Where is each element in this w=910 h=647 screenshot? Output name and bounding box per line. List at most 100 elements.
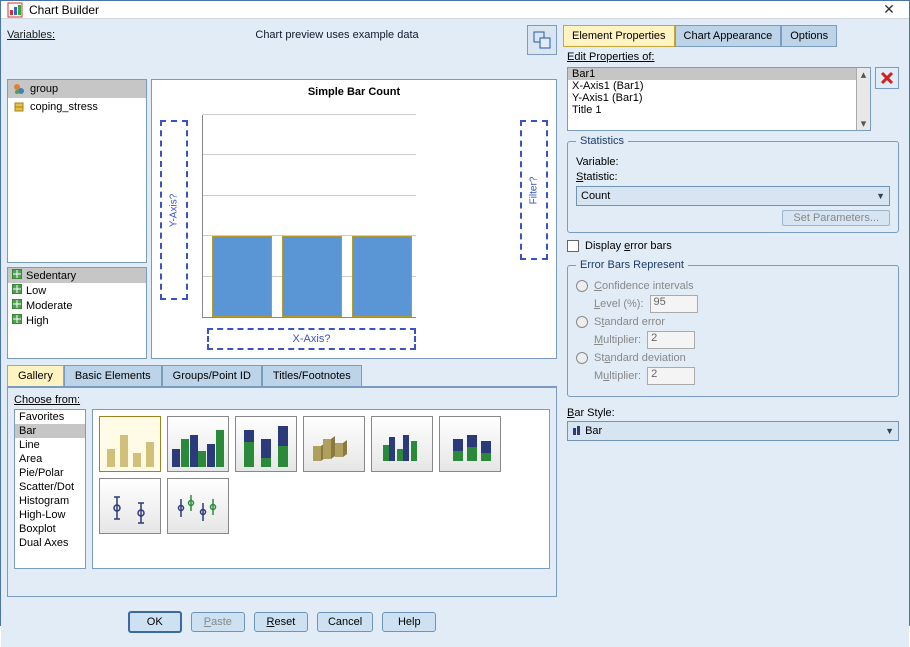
tab-groups-point-id[interactable]: Groups/Point ID	[162, 365, 262, 386]
category-item[interactable]: Moderate	[8, 298, 146, 313]
tab-options[interactable]: Options	[781, 25, 837, 47]
type-item[interactable]: Line	[15, 438, 85, 452]
tab-basic-elements[interactable]: Basic Elements	[64, 365, 162, 386]
type-item[interactable]: Dual Axes	[15, 536, 85, 550]
scrollbar[interactable]: ▴▾	[856, 68, 870, 130]
left-column: Variables: Chart preview uses example da…	[7, 25, 557, 641]
type-item[interactable]: Bar	[15, 424, 85, 438]
tab-titles-footnotes[interactable]: Titles/Footnotes	[262, 365, 362, 386]
plot-area	[202, 115, 416, 318]
category-icon	[12, 314, 22, 327]
lower-tabs: Gallery Basic Elements Groups/Point ID T…	[7, 365, 557, 387]
element-item[interactable]: Y-Axis1 (Bar1)	[568, 92, 856, 104]
type-item[interactable]: Pie/Polar	[15, 466, 85, 480]
type-item[interactable]: Histogram	[15, 494, 85, 508]
chart-type-list[interactable]: Favorites Bar Line Area Pie/Polar Scatte…	[14, 409, 86, 569]
variable-label: Variable:	[576, 156, 619, 168]
category-icon	[12, 299, 22, 312]
tab-element-properties[interactable]: Element Properties	[563, 25, 675, 47]
se-radio	[576, 316, 588, 328]
help-button[interactable]: Help	[382, 612, 436, 632]
edit-properties-label: Edit Properties of:	[567, 51, 899, 63]
bar-style-label: Bar Style:	[567, 407, 899, 419]
type-item[interactable]: Area	[15, 452, 85, 466]
display-error-bars-label: Display error bars	[585, 240, 672, 252]
app-icon	[7, 2, 23, 18]
chart-builder-window: Chart Builder ✕ Variables: Chart preview…	[0, 0, 910, 626]
window-title: Chart Builder	[29, 3, 875, 17]
variable-item-group[interactable]: group	[8, 80, 146, 98]
choose-from-label: Choose from:	[14, 394, 550, 406]
layout-toggle-icon	[533, 31, 551, 49]
tab-chart-appearance[interactable]: Chart Appearance	[675, 25, 782, 47]
display-error-bars-row: Display error bars	[567, 240, 899, 252]
category-item[interactable]: Low	[8, 283, 146, 298]
element-item[interactable]: X-Axis1 (Bar1)	[568, 80, 856, 92]
error-bars-group: Error Bars Represent Confidence interval…	[567, 259, 899, 397]
category-item[interactable]: Sedentary	[8, 268, 146, 283]
bar-style-row: Bar Style: Bar ▼	[567, 407, 899, 441]
se-mult-label: Multiplier:	[594, 334, 641, 346]
thumb-3d-bar[interactable]	[303, 416, 365, 472]
layout-toggle-button[interactable]	[527, 25, 557, 55]
ok-button[interactable]: OK	[128, 611, 182, 633]
tab-gallery[interactable]: Gallery	[7, 365, 64, 386]
element-item[interactable]: Title 1	[568, 104, 856, 116]
gallery-panel: Choose from: Favorites Bar Line Area Pie…	[7, 387, 557, 597]
statistic-label: Statistic:	[576, 171, 618, 183]
set-parameters-button[interactable]: Set Parameters...	[782, 210, 890, 226]
element-properties-panel: Edit Properties of: Bar1 X-Axis1 (Bar1) …	[563, 47, 903, 641]
element-item[interactable]: Bar1	[568, 68, 856, 80]
thumb-simple-bar[interactable]	[99, 416, 161, 472]
thumb-clustered-error-bar[interactable]	[167, 478, 229, 534]
y-axis-dropzone[interactable]: Y-Axis?	[160, 120, 188, 300]
category-item[interactable]: High	[8, 313, 146, 328]
preview-note: Chart preview uses example data	[147, 25, 527, 41]
cancel-button[interactable]: Cancel	[317, 612, 373, 632]
type-item[interactable]: Favorites	[15, 410, 85, 424]
scroll-down-icon[interactable]: ▾	[861, 117, 867, 130]
thumb-simple-error-bar[interactable]	[99, 478, 161, 534]
display-error-bars-checkbox[interactable]	[567, 240, 579, 252]
gallery-thumbnails	[92, 409, 550, 569]
level-input: 95	[650, 295, 698, 313]
x-axis-dropzone[interactable]: X-Axis?	[207, 328, 416, 350]
right-column: Element Properties Chart Appearance Opti…	[563, 25, 903, 641]
close-button[interactable]: ✕	[875, 1, 903, 18]
scale-icon	[12, 100, 26, 114]
bar-style-select[interactable]: Bar ▼	[567, 421, 899, 441]
statistics-group: Statistics Variable: Statistic: Count ▼ …	[567, 135, 899, 233]
reset-button[interactable]: Reset	[254, 612, 308, 632]
statistics-legend: Statistics	[576, 135, 628, 147]
sd-mult-input: 2	[647, 367, 695, 385]
sd-label: Standard deviation	[594, 352, 686, 364]
element-list[interactable]: Bar1 X-Axis1 (Bar1) Y-Axis1 (Bar1) Title…	[567, 67, 871, 131]
lower-tabs-container: Gallery Basic Elements Groups/Point ID T…	[7, 365, 557, 597]
thumb-clustered-bar[interactable]	[167, 416, 229, 472]
delete-element-button[interactable]	[875, 67, 899, 89]
properties-tabs: Element Properties Chart Appearance Opti…	[563, 25, 903, 47]
thumb-stacked-3d-bar[interactable]	[439, 416, 501, 472]
category-icon	[12, 284, 22, 297]
statistic-select[interactable]: Count ▼	[576, 186, 890, 206]
scroll-up-icon[interactable]: ▴	[861, 68, 867, 81]
variable-item-coping-stress[interactable]: coping_stress	[8, 98, 146, 116]
paste-button[interactable]: Paste	[191, 612, 245, 632]
sd-radio	[576, 352, 588, 364]
chevron-down-icon: ▼	[885, 426, 894, 436]
category-icon	[12, 269, 22, 282]
sd-mult-label: Multiplier:	[594, 370, 641, 382]
variables-list[interactable]: group coping_stress	[7, 79, 147, 263]
se-mult-input: 2	[647, 331, 695, 349]
categories-list[interactable]: Sedentary Low Moderate High	[7, 267, 147, 359]
nominal-icon	[12, 82, 26, 96]
filter-dropzone[interactable]: Filter?	[520, 120, 548, 260]
thumb-clustered-3d-bar[interactable]	[371, 416, 433, 472]
type-item[interactable]: High-Low	[15, 508, 85, 522]
thumb-stacked-bar[interactable]	[235, 416, 297, 472]
chart-title: Simple Bar Count	[158, 86, 550, 98]
type-item[interactable]: Scatter/Dot	[15, 480, 85, 494]
ci-radio	[576, 280, 588, 292]
chart-preview[interactable]: Simple Bar Count Y-Axis? Filter? X-Axis?	[151, 79, 557, 359]
type-item[interactable]: Boxplot	[15, 522, 85, 536]
